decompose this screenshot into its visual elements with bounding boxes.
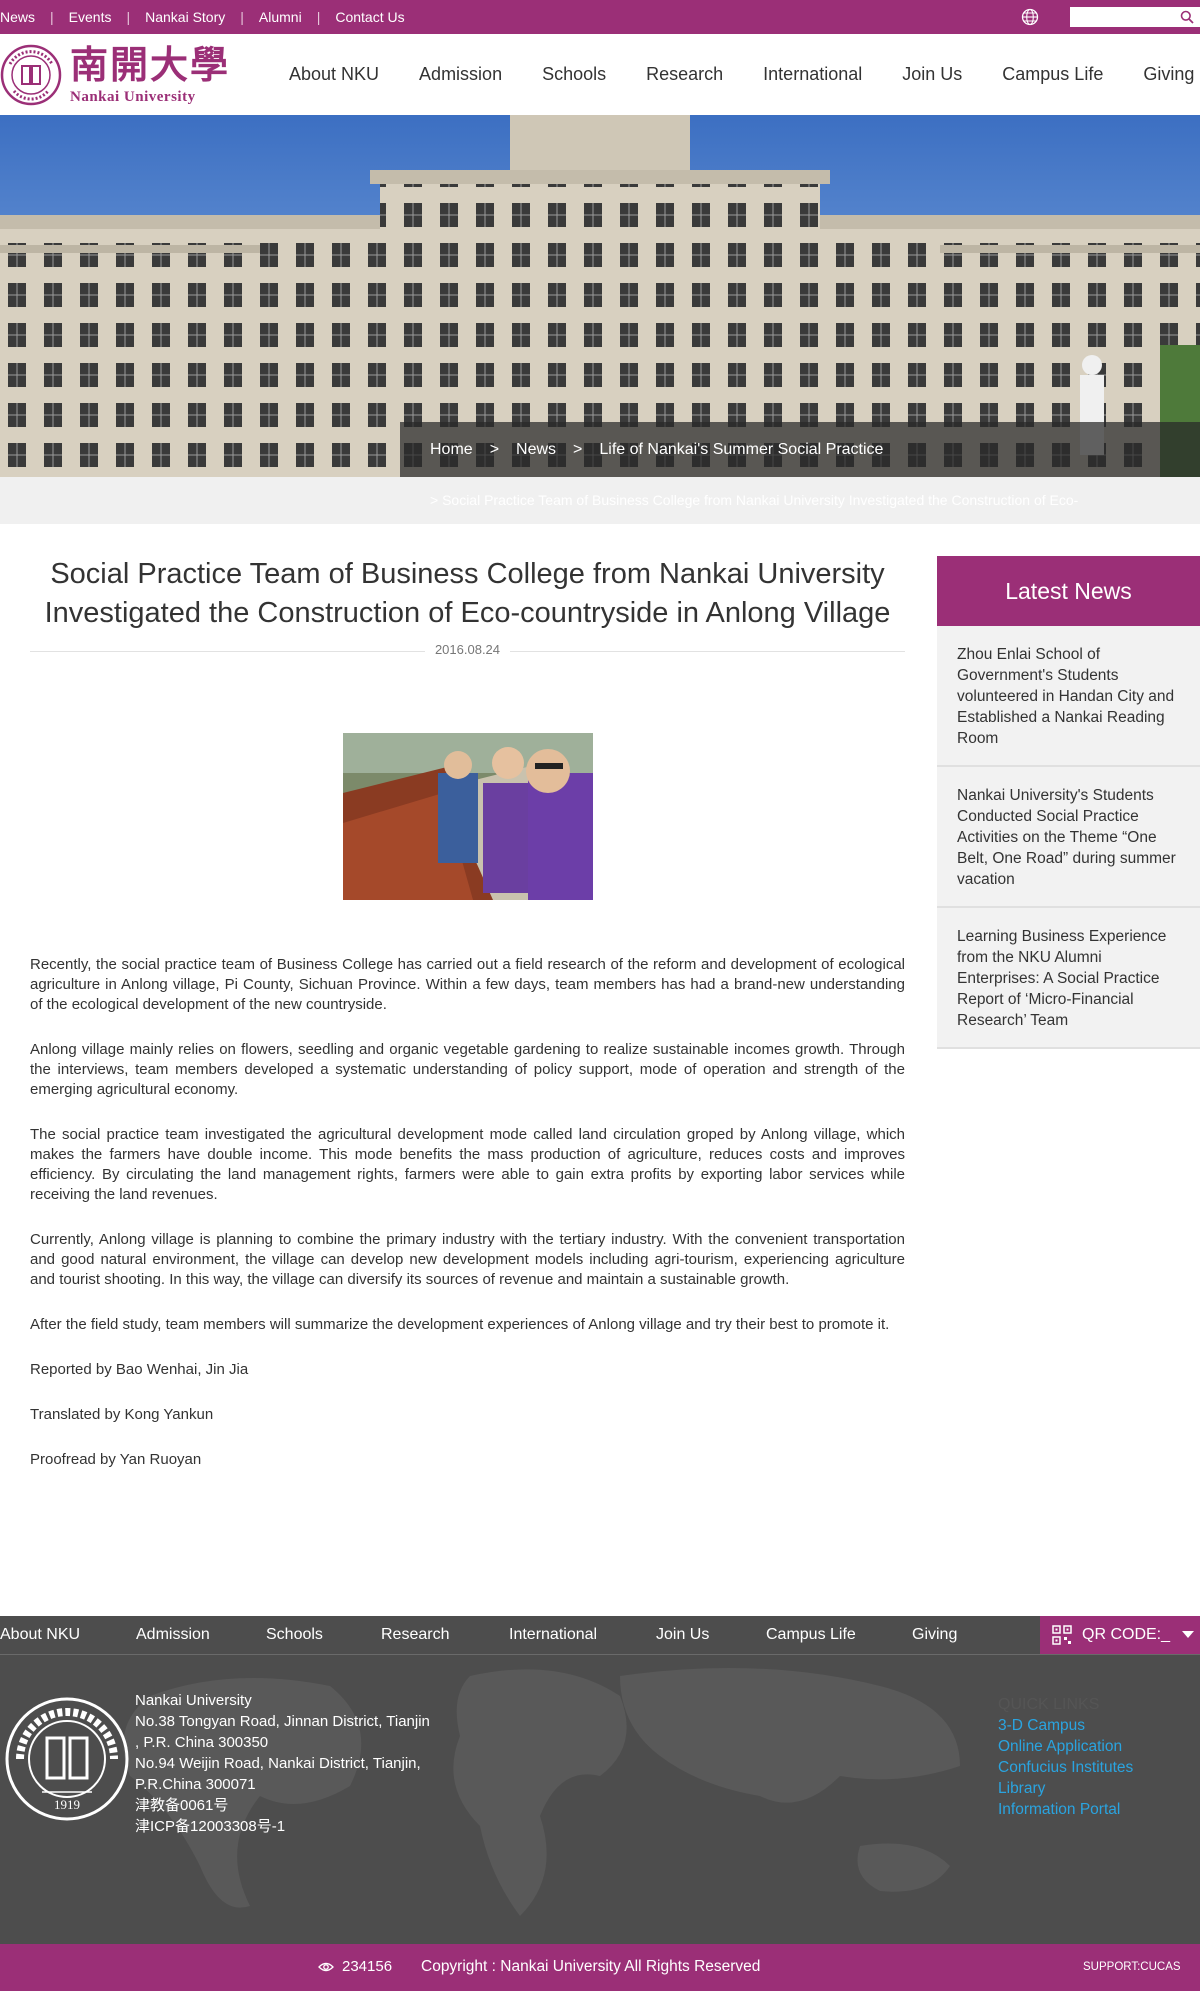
logo-chinese-name[interactable]: 南開大學	[70, 44, 230, 86]
breadcrumb-separator: >	[489, 440, 500, 458]
university-seal-logo[interactable]	[0, 44, 62, 106]
quick-link-3d-campus[interactable]: 3-D Campus	[998, 1715, 1133, 1736]
article-paragraph: After the field study, team members will…	[30, 1316, 890, 1333]
latest-news-sidebar: Latest News Zhou Enlai School of Governm…	[937, 556, 1200, 1049]
top-links: News | Events | Nankai Story | Alumni | …	[0, 0, 405, 34]
footer-nav-admission[interactable]: Admission	[136, 1626, 266, 1644]
nav-admission[interactable]: Admission	[419, 64, 502, 85]
address-line[interactable]: 津ICP备12003308号-1	[135, 1816, 430, 1837]
footer-address: Nankai University No.38 Tongyan Road, Ji…	[135, 1690, 430, 1837]
students-inspecting-crop-photo	[343, 733, 593, 900]
breadcrumb: Home > News > Life of Nankai's Summer So…	[400, 422, 1200, 477]
latest-news-item[interactable]: Nankai University's Students Conducted S…	[937, 767, 1200, 908]
latest-news-item[interactable]: Learning Business Experience from the NK…	[937, 908, 1200, 1049]
nav-schools[interactable]: Schools	[542, 64, 606, 85]
address-line: No.94 Weijin Road, Nankai District, Tian…	[135, 1755, 421, 1772]
address-line[interactable]: 津教备0061号	[135, 1795, 430, 1816]
breadcrumb-news[interactable]: News	[516, 441, 556, 459]
top-link-nankai-story[interactable]: Nankai Story	[145, 9, 225, 25]
article-date: 2016.08.24	[424, 642, 511, 657]
qr-code-label: QR CODE:_	[1082, 1626, 1171, 1643]
quick-links: QUICK LINKS 3-D Campus Online Applicatio…	[998, 1694, 1133, 1820]
nav-research[interactable]: Research	[646, 64, 723, 85]
breadcrumb-current[interactable]: Life of Nankai's Summer Social Practice	[599, 441, 883, 459]
article-title: Social Practice Team of Business College…	[44, 558, 891, 629]
globe-icon[interactable]	[1021, 8, 1039, 26]
top-bar: News | Events | Nankai Story | Alumni | …	[0, 0, 1200, 34]
footer-nav-about-nku[interactable]: About NKU	[0, 1626, 136, 1644]
footer-divider	[0, 1654, 1200, 1655]
footer-nav-international[interactable]: International	[509, 1626, 656, 1644]
footer-nav: About NKU Admission Schools Research Int…	[0, 1616, 1040, 1654]
article-photo	[343, 733, 593, 900]
article-paragraph: Anlong village mainly relies on flowers,…	[30, 1041, 905, 1098]
top-link-alumni[interactable]: Alumni	[259, 9, 302, 25]
sub-breadcrumb-text: > Social Practice Team of Business Colle…	[430, 492, 1079, 508]
nav-about-nku[interactable]: About NKU	[289, 64, 379, 85]
nav-campus-life[interactable]: Campus Life	[1002, 64, 1103, 85]
copyright: Copyright : Nankai University All Rights…	[421, 1958, 761, 1975]
breadcrumb-separator: >	[573, 440, 583, 458]
quick-links-title: QUICK LINKS	[998, 1696, 1100, 1713]
separator: |	[126, 9, 131, 25]
nav-giving[interactable]: Giving	[1143, 64, 1194, 85]
quick-link-library[interactable]: Library	[998, 1778, 1133, 1799]
top-link-news[interactable]: News	[0, 9, 35, 25]
article-paragraph: Currently, Anlong village is planning to…	[30, 1231, 905, 1288]
latest-news-item[interactable]: Zhou Enlai School of Government's Studen…	[937, 626, 1200, 767]
qr-code-button[interactable]: QR CODE:_	[1040, 1616, 1200, 1654]
footer-seal-logo: 1919	[5, 1697, 129, 1821]
site-header: 南開大學 Nankai University About NKU Admissi…	[0, 34, 1200, 115]
nav-international[interactable]: International	[763, 64, 862, 85]
visit-count: 234156	[342, 1958, 393, 1975]
article-date-row: 2016.08.24	[30, 641, 905, 661]
support-link[interactable]: SUPPORT:CUCAS	[1083, 1961, 1181, 1973]
article-body: Recently, the social practice team of Bu…	[30, 955, 905, 1495]
article-paragraph: Recently, the social practice team of Bu…	[30, 956, 905, 1013]
separator: |	[50, 9, 54, 25]
search-box	[1070, 7, 1200, 27]
search-input[interactable]	[1070, 7, 1180, 27]
qr-code-icon	[1052, 1625, 1072, 1645]
nav-join-us[interactable]: Join Us	[902, 64, 962, 85]
breadcrumb-home[interactable]: Home	[430, 441, 473, 459]
footer-nav-giving[interactable]: Giving	[912, 1626, 992, 1644]
quick-link-confucius-institutes[interactable]: Confucius Institutes	[998, 1757, 1133, 1778]
logo-english-name[interactable]: Nankai University	[70, 89, 196, 106]
article-paragraph: The social practice team investigated th…	[30, 1126, 905, 1203]
footer-nav-campus-life[interactable]: Campus Life	[766, 1626, 912, 1644]
main-nav: About NKU Admission Schools Research Int…	[289, 34, 1200, 115]
site-footer: About NKU Admission Schools Research Int…	[0, 1616, 1200, 1944]
search-icon[interactable]	[1180, 10, 1194, 24]
address-line: , P.R. China 300350	[135, 1734, 269, 1751]
seal-year: 1919	[54, 1797, 80, 1812]
footer-nav-join-us[interactable]: Join Us	[656, 1626, 766, 1644]
article-proofreader: Proofread by Yan Ruoyan	[30, 1451, 202, 1468]
article: Social Practice Team of Business College…	[30, 555, 905, 1468]
quick-link-online-application[interactable]: Online Application	[998, 1736, 1133, 1757]
address-line: P.R.China 300071	[135, 1776, 256, 1793]
article-translator: Translated by Kong Yankun	[30, 1406, 214, 1423]
footer-nav-schools[interactable]: Schools	[266, 1626, 381, 1644]
address-line: No.38 Tongyan Road, Jinnan District, Tia…	[135, 1713, 430, 1730]
top-link-events[interactable]: Events	[69, 9, 112, 25]
quick-link-information-portal[interactable]: Information Portal	[998, 1799, 1133, 1820]
footer-nav-research[interactable]: Research	[381, 1626, 509, 1644]
chevron-down-icon	[1182, 1631, 1195, 1638]
top-link-contact-us[interactable]: Contact Us	[335, 9, 404, 25]
eye-icon	[318, 1962, 334, 1972]
article-reporter: Reported by Bao Wenhai, Jin Jia	[30, 1361, 249, 1378]
separator: |	[316, 9, 321, 25]
separator: |	[240, 9, 244, 25]
latest-news-title: Latest News	[937, 556, 1200, 626]
sub-breadcrumb-bar: > Social Practice Team of Business Colle…	[0, 477, 1200, 524]
address-line: Nankai University	[135, 1692, 252, 1709]
bottom-bar: 234156 Copyright : Nankai University All…	[0, 1944, 1200, 1991]
